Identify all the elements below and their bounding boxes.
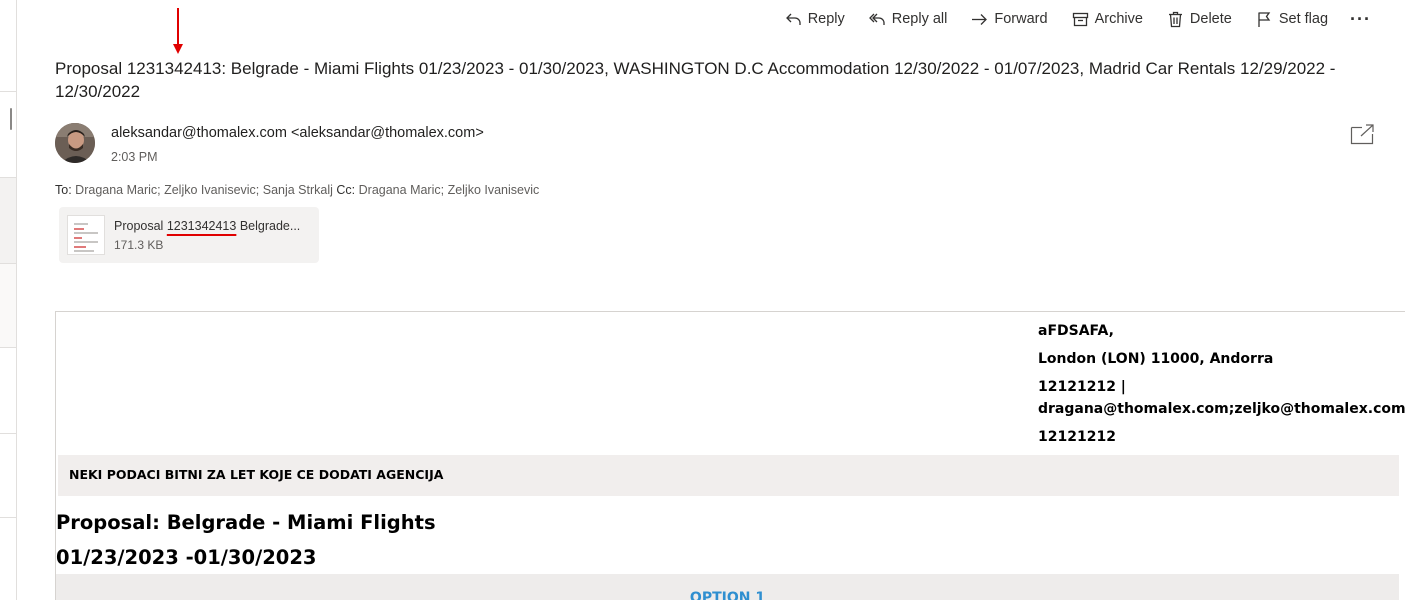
proposal-dates: 01/23/2023 -01/30/2023 bbox=[56, 546, 317, 569]
reply-all-button[interactable]: Reply all bbox=[857, 6, 960, 32]
agency-phone-2: 12121212 bbox=[1038, 429, 1116, 445]
cc-recipients[interactable]: Dragana Maric; Zeljko Ivanisevic bbox=[359, 183, 540, 197]
scrollbar-thumb[interactable] bbox=[10, 108, 12, 130]
trash-icon bbox=[1168, 11, 1182, 27]
reply-icon bbox=[785, 13, 801, 25]
annotation-arrow-icon bbox=[173, 8, 183, 54]
avatar[interactable] bbox=[55, 123, 95, 163]
more-actions-button[interactable]: ··· bbox=[1340, 6, 1379, 32]
forward-label: Forward bbox=[994, 11, 1048, 27]
delete-button[interactable]: Delete bbox=[1155, 6, 1244, 32]
reply-all-icon bbox=[868, 13, 885, 25]
avatar-photo-icon bbox=[55, 123, 95, 163]
reading-pane-toolbar: Reply Reply all Forward Archive Delete S… bbox=[773, 6, 1379, 32]
option-header: OPTION 1 bbox=[56, 574, 1399, 600]
more-icon: ··· bbox=[1350, 8, 1371, 29]
attachment-name-suffix: Belgrade... bbox=[236, 219, 301, 233]
attachment-name: Proposal 1231342413 Belgrade... bbox=[114, 219, 300, 233]
attachment-card[interactable]: Proposal 1231342413 Belgrade... 171.3 KB bbox=[59, 207, 319, 263]
email-subject: Proposal 1231342413: Belgrade - Miami Fl… bbox=[55, 59, 1336, 101]
sent-time: 2:03 PM bbox=[111, 150, 158, 164]
flag-icon bbox=[1258, 11, 1271, 27]
document-thumbnail-icon bbox=[67, 215, 105, 255]
proposal-title: Proposal: Belgrade - Miami Flights bbox=[56, 511, 436, 534]
reply-all-label: Reply all bbox=[891, 11, 948, 27]
sender-address[interactable]: aleksandar@thomalex.com <aleksandar@thom… bbox=[111, 125, 484, 141]
attachment-name-number: 1231342413 bbox=[166, 219, 237, 233]
archive-label: Archive bbox=[1094, 11, 1143, 27]
cc-label: Cc: bbox=[336, 183, 356, 197]
list-item[interactable] bbox=[0, 434, 16, 518]
list-item[interactable] bbox=[0, 264, 16, 348]
forward-arrow-icon bbox=[972, 13, 988, 25]
email-body: aFDSAFA, London (LON) 11000, Andorra 121… bbox=[55, 311, 1405, 600]
reply-button[interactable]: Reply bbox=[773, 6, 857, 32]
to-label: To: bbox=[55, 183, 72, 197]
list-item[interactable] bbox=[0, 348, 16, 434]
proposal-heading: Proposal: Belgrade - Miami Flights 01/23… bbox=[56, 505, 436, 575]
reply-label: Reply bbox=[807, 11, 845, 27]
archive-box-icon bbox=[1072, 12, 1088, 26]
archive-button[interactable]: Archive bbox=[1060, 6, 1155, 32]
attachment-name-prefix: Proposal bbox=[114, 219, 167, 233]
set-flag-button[interactable]: Set flag bbox=[1244, 6, 1340, 32]
list-item[interactable] bbox=[0, 0, 16, 92]
forward-button[interactable]: Forward bbox=[959, 6, 1059, 32]
agency-phone: 12121212 | bbox=[1038, 379, 1126, 395]
list-item[interactable] bbox=[0, 92, 16, 178]
agency-address: London (LON) 11000, Andorra bbox=[1038, 351, 1274, 367]
to-recipients[interactable]: Dragana Maric; Zeljko Ivanisevic; Sanja … bbox=[75, 183, 333, 197]
attachment-size: 171.3 KB bbox=[114, 238, 164, 252]
notice-bar: NEKI PODACI BITNI ZA LET KOJE CE DODATI … bbox=[58, 455, 1399, 496]
list-item-selected[interactable] bbox=[0, 178, 16, 264]
agency-info: aFDSAFA, London (LON) 11000, Andorra 121… bbox=[1038, 320, 1405, 454]
message-list-edge bbox=[0, 0, 17, 600]
agency-name: aFDSAFA, bbox=[1038, 323, 1114, 339]
delete-label: Delete bbox=[1189, 11, 1232, 27]
agency-emails[interactable]: dragana@thomalex.com;zeljko@thomalex.com bbox=[1038, 398, 1405, 420]
popout-window-icon[interactable] bbox=[1350, 124, 1375, 145]
set-flag-label: Set flag bbox=[1278, 11, 1329, 27]
recipients-line: To: Dragana Maric; Zeljko Ivanisevic; Sa… bbox=[55, 183, 539, 197]
